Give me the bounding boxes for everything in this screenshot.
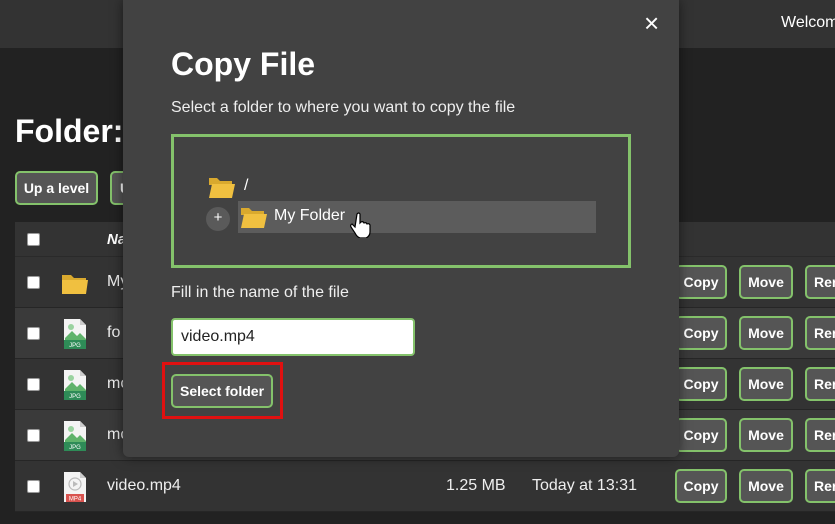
jpg-file-icon: JPG [60,318,90,350]
row-checkbox[interactable] [27,276,40,289]
rename-button[interactable]: Rer [805,265,835,299]
rename-button[interactable]: Rer [805,418,835,452]
file-name-label: Fill in the name of the file [171,284,349,301]
page-title: Folder: [15,113,124,149]
svg-text:JPG: JPG [69,343,81,349]
copy-file-dialog: × Copy File Select a folder to where you… [123,0,679,457]
rename-button[interactable]: Rer [805,316,835,350]
folder-open-icon [208,175,236,204]
dialog-title: Copy File [171,46,316,82]
row-checkbox[interactable] [27,480,40,493]
tree-item-label[interactable]: My Folder [274,207,345,225]
expand-toggle[interactable]: + [206,207,230,231]
jpg-file-icon: JPG [60,369,90,401]
up-level-button[interactable]: Up a level [15,171,98,205]
welcome-text: Welcom [781,14,835,31]
row-checkbox[interactable] [27,327,40,340]
copy-button[interactable]: Copy [675,469,727,503]
svg-text:MP4: MP4 [69,497,82,503]
tree-item-my-folder[interactable]: My Folder [238,201,596,233]
folder-tree: / + My Folder [171,134,631,268]
move-button[interactable]: Move [739,469,793,503]
folder-open-icon [240,205,268,234]
copy-button[interactable]: Copy [675,367,727,401]
select-all-checkbox[interactable] [27,233,40,246]
rename-button[interactable]: Rer [805,367,835,401]
move-button[interactable]: Move [739,316,793,350]
tree-root-label[interactable]: / [244,177,248,195]
move-button[interactable]: Move [739,418,793,452]
folder-icon [60,267,90,299]
row-checkbox[interactable] [27,429,40,442]
jpg-file-icon: JPG [60,420,90,452]
close-icon[interactable]: × [644,10,659,36]
move-button[interactable]: Move [739,367,793,401]
file-name[interactable]: video.mp4 [107,477,181,495]
file-name[interactable]: fo [107,324,120,342]
copy-button[interactable]: Copy [675,265,727,299]
move-button[interactable]: Move [739,265,793,299]
copy-button[interactable]: Copy [675,316,727,350]
file-name-input[interactable] [171,318,415,356]
copy-button[interactable]: Copy [675,418,727,452]
select-folder-button[interactable]: Select folder [171,374,273,408]
table-row[interactable]: MP4 video.mp4 1.25 MB Today at 13:31 Cop… [15,461,835,512]
svg-text:JPG: JPG [69,445,81,451]
mp4-file-icon: MP4 [60,471,90,503]
hand-pointer-icon [350,212,372,243]
svg-text:JPG: JPG [69,394,81,400]
rename-button[interactable]: Rer [805,469,835,503]
dialog-subtitle: Select a folder to where you want to cop… [171,99,516,116]
file-size: 1.25 MB [446,477,506,494]
row-checkbox[interactable] [27,378,40,391]
file-date: Today at 13:31 [532,477,637,494]
